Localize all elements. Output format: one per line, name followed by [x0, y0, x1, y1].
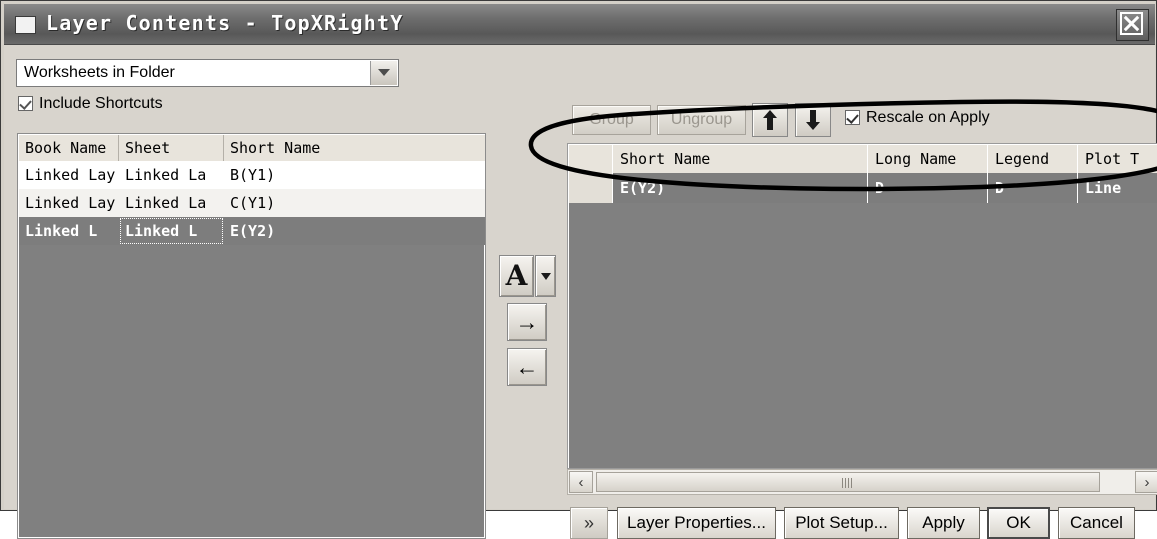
cell-short-name: C(Y1) [230, 194, 276, 212]
ungroup-button[interactable]: Ungroup [657, 105, 746, 135]
column-header-sheet[interactable]: Sheet [119, 135, 224, 161]
scrollbar-thumb[interactable] [596, 472, 1100, 492]
table-row[interactable]: Linked Lay Linked La B(Y1) [19, 161, 485, 189]
cell-plot-type: Line [1078, 173, 1157, 203]
column-header-legend[interactable]: Legend [988, 145, 1078, 173]
horizontal-scrollbar[interactable]: ‹ › [567, 469, 1157, 495]
scroll-left-icon[interactable]: ‹ [569, 471, 593, 493]
cell-short-name: E(Y2) [230, 222, 276, 240]
cell-book-name: Linked Lay [25, 166, 116, 184]
arrow-up-icon [762, 110, 778, 131]
title-bar: Layer Contents - TopXRightY [4, 4, 1155, 45]
layer-contents-dialog: Layer Contents - TopXRightY Worksheets i… [0, 0, 1157, 539]
dialog-client-area: Worksheets in Folder Include Shortcuts B… [4, 45, 1157, 539]
column-header-book-name[interactable]: Book Name [19, 135, 119, 161]
column-header-short-name[interactable]: Short Name [613, 145, 868, 173]
scroll-right-icon[interactable]: › [1135, 471, 1157, 493]
cancel-button[interactable]: Cancel [1058, 507, 1135, 539]
table-row[interactable]: Linked Lay Linked La C(Y1) [19, 189, 485, 217]
font-style-button[interactable]: A [499, 255, 534, 297]
worksheet-source-value: Worksheets in Folder [24, 64, 175, 81]
close-icon [1120, 12, 1143, 35]
rescale-on-apply-checkbox[interactable]: Rescale on Apply [845, 109, 990, 127]
worksheet-source-dropdown[interactable]: Worksheets in Folder [16, 59, 399, 87]
ok-button[interactable]: OK [987, 507, 1050, 539]
font-A-icon: A [505, 259, 528, 292]
move-down-button[interactable] [795, 103, 831, 137]
page-title: Layer Contents - TopXRightY [46, 11, 404, 35]
row-selector-corner[interactable] [569, 145, 613, 173]
font-style-dropdown-button[interactable] [535, 255, 556, 297]
include-shortcuts-checkbox[interactable]: Include Shortcuts [18, 95, 163, 113]
group-button[interactable]: Group [572, 105, 651, 135]
cell-sheet: Linked L [119, 217, 224, 245]
rescale-on-apply-label: Rescale on Apply [866, 109, 990, 126]
arrow-right-icon: → [515, 308, 539, 335]
row-selector[interactable] [569, 173, 613, 203]
checkbox-icon [18, 96, 33, 111]
remove-from-layer-button[interactable]: ← [507, 348, 547, 386]
available-data-table-body: Linked Lay Linked La B(Y1) Linked Lay Li… [19, 161, 485, 245]
column-header-long-name[interactable]: Long Name [868, 145, 988, 173]
close-button[interactable] [1116, 9, 1149, 41]
layer-contents-table[interactable]: Short Name Long Name Legend Plot T E(Y2)… [567, 143, 1157, 469]
cell-short-name: E(Y2) [613, 173, 868, 203]
table-row-selected[interactable]: E(Y2) D D Line [569, 173, 1157, 203]
chevron-down-icon[interactable] [370, 61, 397, 85]
cell-book-name: Linked Lay [25, 194, 116, 212]
table-row-selected[interactable]: Linked L Linked L E(Y2) [19, 217, 485, 245]
column-header-short-name[interactable]: Short Name [224, 135, 485, 161]
column-header-plot-type[interactable]: Plot T [1078, 145, 1157, 173]
cell-sheet: Linked La [125, 166, 207, 184]
available-data-table[interactable]: Book Name Sheet Short Name Linked Lay Li… [17, 133, 486, 539]
cell-long-name: D [868, 173, 988, 203]
cell-sheet: Linked La [125, 194, 207, 212]
arrow-left-icon: ← [515, 353, 539, 380]
apply-button[interactable]: Apply [907, 507, 980, 539]
include-shortcuts-label: Include Shortcuts [39, 95, 163, 112]
cell-legend: D [988, 173, 1078, 203]
cell-book-name: Linked L [25, 222, 98, 240]
checkbox-icon [845, 110, 860, 125]
expand-button[interactable]: » [570, 507, 608, 539]
plot-setup-button[interactable]: Plot Setup... [784, 507, 899, 539]
layer-properties-button[interactable]: Layer Properties... [617, 507, 776, 539]
cell-short-name: B(Y1) [230, 166, 276, 184]
move-up-button[interactable] [752, 103, 788, 137]
window-square-icon [15, 16, 36, 34]
layer-contents-table-header: Short Name Long Name Legend Plot T [569, 145, 1157, 173]
add-to-layer-button[interactable]: → [507, 303, 547, 341]
available-data-table-header: Book Name Sheet Short Name [19, 135, 485, 161]
arrow-down-icon [805, 110, 821, 131]
